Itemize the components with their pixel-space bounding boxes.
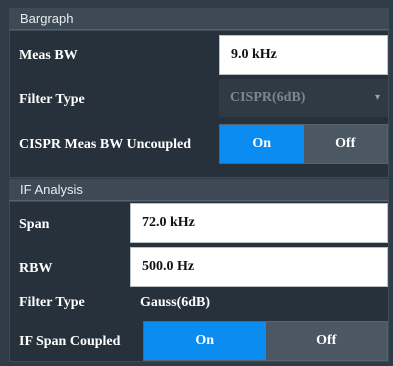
if-span-coupled-toggle: On Off (143, 321, 388, 361)
filter-type-value: CISPR(6dB) (230, 90, 306, 105)
chevron-down-icon: ▾ (374, 92, 380, 103)
if-span-coupled-off-button[interactable]: Off (266, 322, 388, 360)
meas-bw-label: Meas BW (19, 48, 78, 63)
span-label: Span (19, 217, 50, 232)
span-input[interactable]: 72.0 kHz (130, 203, 388, 243)
meas-bw-input[interactable]: 9.0 kHz (219, 35, 388, 75)
cispr-meas-bw-uncoupled-label: CISPR Meas BW Uncoupled (19, 137, 192, 152)
bargraph-section-header: Bargraph (9, 8, 389, 30)
cispr-uncoupled-on-button[interactable]: On (220, 125, 304, 163)
cispr-meas-bw-uncoupled-toggle: On Off (219, 124, 388, 164)
rbw-input[interactable]: 500.0 Hz (130, 247, 388, 287)
if-filter-type-label: Filter Type (19, 295, 85, 310)
filter-type-label: Filter Type (19, 92, 85, 107)
if-span-coupled-on-button[interactable]: On (144, 322, 266, 360)
if-filter-type-value: Gauss(6dB) (140, 295, 211, 310)
cispr-uncoupled-off-button[interactable]: Off (304, 125, 388, 163)
rbw-label: RBW (19, 261, 53, 276)
filter-type-dropdown[interactable]: CISPR(6dB) ▾ (219, 79, 388, 117)
if-analysis-section-header: IF Analysis (9, 179, 389, 201)
if-span-coupled-label: IF Span Coupled (19, 334, 121, 349)
